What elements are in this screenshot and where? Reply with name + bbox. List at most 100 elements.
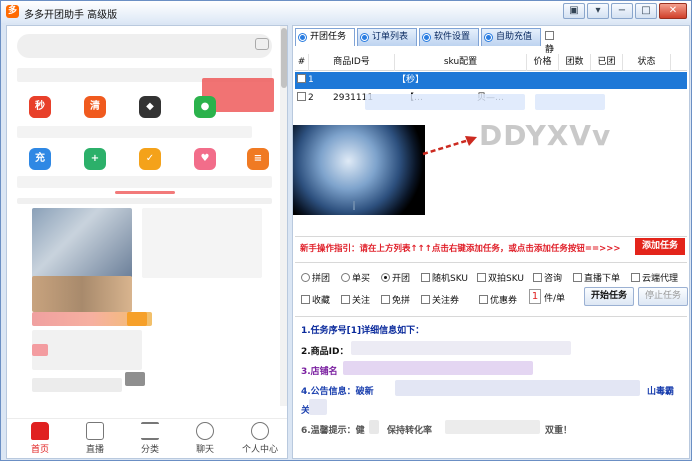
signin-icon[interactable]: ✓ (139, 148, 161, 170)
opt-open-group[interactable]: 开团 (381, 271, 410, 284)
product-image-2[interactable] (142, 208, 262, 278)
opt-single[interactable]: 单买 (341, 271, 370, 284)
nav-chat[interactable]: 聊天 (180, 422, 230, 455)
search-bar[interactable] (17, 34, 272, 58)
row-checkbox[interactable] (297, 74, 306, 83)
seckill-label: 秒 (35, 101, 45, 112)
opt-pintuan[interactable]: 拼团 (301, 271, 330, 284)
arrow-icon (422, 136, 477, 156)
clearance-icon[interactable]: 清 (84, 96, 106, 118)
cb-coupon[interactable] (479, 295, 488, 304)
opt-coupon[interactable]: 优惠券 (479, 293, 517, 306)
skin-button[interactable]: ▣ (563, 3, 585, 19)
stop-task-button[interactable]: 停止任务 (638, 287, 688, 306)
bottom-nav: 首页 直播 分类 聊天 个人中心 (7, 418, 287, 458)
radio-pintuan[interactable] (301, 273, 310, 282)
start-task-button[interactable]: 开始任务 (584, 287, 634, 306)
col-groups: 团数 (559, 54, 591, 71)
radio-open-group[interactable] (381, 273, 390, 282)
nav-live[interactable]: 直播 (70, 422, 120, 455)
tab-settings[interactable]: 软件设置 (419, 28, 479, 46)
col-no: # (295, 54, 309, 71)
app-logo-icon: 多 (6, 5, 19, 18)
opt-random-sku[interactable]: 随机SKU (421, 271, 468, 284)
opt-free-group-label: 免拼 (392, 296, 411, 306)
brand-icon[interactable]: ◆ (139, 96, 161, 118)
watermark-text: DDYXVv (479, 119, 612, 152)
opt-follow-coupon[interactable]: 关注券 (421, 293, 459, 306)
row-no-text: 2 (308, 93, 314, 103)
phone-scrollbar[interactable] (280, 26, 287, 406)
tab-order-list-label: 订单列表 (372, 32, 409, 42)
opt-follow-label: 关注 (352, 296, 371, 306)
cb-follow[interactable] (341, 295, 350, 304)
cb-double-sku[interactable] (477, 273, 486, 282)
blur-tip-2 (445, 420, 540, 434)
minimize-button[interactable]: − (611, 3, 633, 19)
menu-button[interactable]: ▾ (587, 3, 609, 19)
close-button[interactable]: ✕ (659, 3, 687, 19)
recharge-icon-label: 充 (35, 153, 45, 164)
nav-home[interactable]: 首页 (15, 422, 65, 455)
info-line-3: 3.店铺名 (301, 367, 338, 377)
green-icon[interactable]: ● (194, 96, 216, 118)
product-text-1 (32, 330, 142, 370)
info-line-6: 6.温馨提示：健 (301, 426, 365, 436)
category-icon (141, 422, 159, 440)
brand-icon-label: ◆ (146, 101, 154, 112)
add-task-button[interactable]: 添加任务 (635, 238, 685, 255)
opt-random-sku-label: 随机SKU (432, 274, 468, 284)
nav-chat-label: 聊天 (195, 445, 214, 455)
opt-favorite[interactable]: 收藏 (301, 293, 330, 306)
tab-recharge[interactable]: 自助充值 (481, 28, 541, 46)
guide-text: 新手操作指引：请在上方列表↑↑↑点击右键添加任务，或点击添加任务按钮==>>> (300, 244, 621, 254)
phone-view[interactable]: 秒 清 ◆ ● 充 + ✓ ♥ ≡ 秒 首页 直播 分类 聊天 个人中心 (6, 25, 288, 459)
row-no: 1 (295, 72, 317, 89)
green-icon-label: ● (200, 101, 210, 112)
opt-consult-label: 咨询 (544, 274, 563, 284)
tab-settings-label: 软件设置 (434, 32, 471, 42)
opt-cloud-proxy-label: 云端代理 (642, 274, 679, 284)
info-line-4: 4.公告信息：破新 (301, 387, 374, 397)
row-checkbox[interactable] (297, 92, 306, 101)
cb-random-sku[interactable] (421, 273, 430, 282)
nav-category[interactable]: 分类 (125, 422, 175, 455)
nav-live-label: 直播 (85, 445, 104, 455)
tab-radio-icon (485, 34, 492, 41)
opt-free-group[interactable]: 免拼 (381, 293, 410, 306)
cb-favorite[interactable] (301, 295, 310, 304)
cb-follow-coupon[interactable] (421, 295, 430, 304)
list-icon[interactable]: ≡ (247, 148, 269, 170)
maximize-button[interactable]: □ (635, 3, 657, 19)
price-tag (127, 312, 147, 326)
radio-single[interactable] (341, 273, 350, 282)
piggy-icon[interactable]: ♥ (194, 148, 216, 170)
cb-cloud-proxy[interactable] (631, 273, 640, 282)
opt-live-order[interactable]: 直播下单 (573, 271, 620, 284)
medicine-icon[interactable]: + (84, 148, 106, 170)
tab-order-list[interactable]: 订单列表 (357, 28, 417, 46)
nav-profile-label: 个人中心 (241, 445, 278, 455)
product-image-3[interactable] (32, 276, 132, 312)
tab-group-task[interactable]: 开团任务 (295, 28, 355, 46)
cb-free-group[interactable] (381, 295, 390, 304)
quantity-input[interactable]: 1 (529, 289, 541, 304)
table-row[interactable]: 1 【秒】 (295, 72, 687, 89)
opt-follow-coupon-label: 关注券 (432, 296, 460, 306)
cb-consult[interactable] (533, 273, 542, 282)
opt-live-order-label: 直播下单 (584, 274, 621, 284)
phone-scroll-thumb[interactable] (281, 28, 287, 88)
camera-icon[interactable] (255, 38, 269, 50)
recharge-icon[interactable]: 充 (29, 148, 51, 170)
tv-icon (86, 422, 104, 440)
nav-profile[interactable]: 个人中心 (235, 422, 285, 455)
opt-consult[interactable]: 咨询 (533, 271, 562, 284)
info-line-4-tail: 山毒霸 (647, 387, 675, 397)
divider-band (17, 198, 272, 204)
opt-follow[interactable]: 关注 (341, 293, 370, 306)
opt-cloud-proxy[interactable]: 云端代理 (631, 271, 678, 284)
product-image-1[interactable] (32, 208, 132, 278)
cb-live-order[interactable] (573, 273, 582, 282)
opt-double-sku[interactable]: 双拍SKU (477, 271, 524, 284)
mute-box[interactable] (545, 31, 554, 40)
